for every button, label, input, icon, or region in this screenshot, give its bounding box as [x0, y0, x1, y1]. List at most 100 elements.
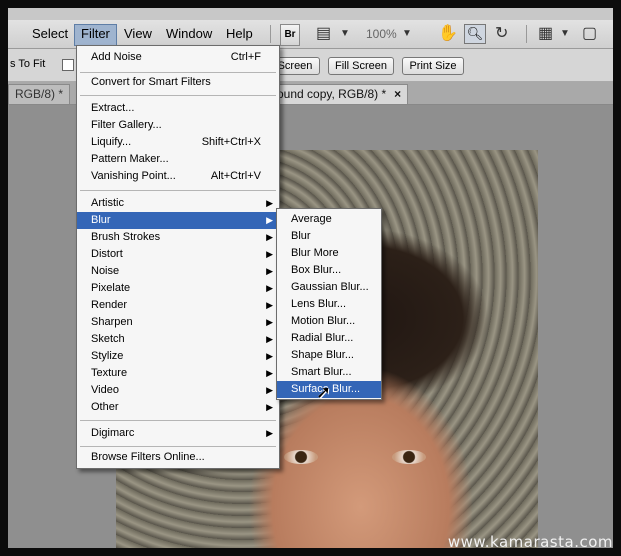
menu-item-video[interactable]: Video ▶ — [77, 382, 279, 399]
tab-label: RGB/8) * — [15, 87, 64, 101]
menu-item-shape-blur[interactable]: Shape Blur... — [277, 347, 381, 364]
menu-item-lens-blur[interactable]: Lens Blur... — [277, 296, 381, 313]
menu-item-label: Render — [91, 299, 128, 311]
submenu-arrow-icon: ▶ — [266, 266, 273, 276]
menu-select[interactable]: Select — [26, 24, 74, 44]
zoom-level[interactable]: 100% — [366, 24, 397, 44]
menu-item-artistic[interactable]: Artistic ▶ — [77, 195, 279, 212]
photoshop-window: Select Filter View Window Help Br ▤ ▼ 10… — [8, 8, 613, 548]
tab-document-1[interactable]: RGB/8) * — [8, 84, 71, 104]
menu-item-box-blur[interactable]: Box Blur... — [277, 262, 381, 279]
fit-label: s To Fit — [10, 58, 46, 70]
submenu-arrow-icon: ▶ — [266, 334, 273, 344]
menu-item-add-noise[interactable]: Add Noise Ctrl+F — [77, 49, 279, 66]
menu-view[interactable]: View — [118, 24, 158, 44]
menu-item-label: Sharpen — [91, 316, 133, 328]
menu-item-average[interactable]: Average — [277, 211, 381, 228]
menu-item-vanishing-point[interactable]: Vanishing Point... Alt+Ctrl+V — [77, 168, 279, 185]
print-size-button[interactable]: Print Size — [402, 57, 464, 75]
view-extras-icon[interactable]: ▤ — [316, 23, 331, 45]
menu-item-blur-more[interactable]: Blur More — [277, 245, 381, 262]
zoom-tool-icon[interactable]: 🔍︎ — [464, 24, 486, 44]
chevron-down-icon[interactable]: ▼ — [402, 23, 412, 45]
divider — [80, 420, 276, 421]
mouse-cursor-icon: ➚ — [316, 382, 332, 402]
divider — [80, 72, 276, 73]
menu-item-brush-strokes[interactable]: Brush Strokes ▶ — [77, 229, 279, 246]
submenu-arrow-icon: ▶ — [266, 283, 273, 293]
submenu-arrow-icon: ▶ — [266, 232, 273, 242]
menu-item-label: Other — [91, 401, 119, 413]
submenu-arrow-icon: ▶ — [266, 317, 273, 327]
menu-item-label: Sketch — [91, 333, 125, 345]
menu-item-digimarc[interactable]: Digimarc ▶ — [77, 425, 279, 442]
submenu-arrow-icon: ▶ — [266, 368, 273, 378]
submenu-arrow-icon: ▶ — [266, 215, 273, 225]
rotate-view-icon[interactable]: ↻ — [495, 23, 508, 45]
tab-label: ound copy, RGB/8) * — [277, 87, 387, 101]
shortcut: Alt+Ctrl+V — [210, 170, 261, 182]
menu-item-sharpen[interactable]: Sharpen ▶ — [77, 314, 279, 331]
separator — [270, 25, 271, 43]
menu-item-distort[interactable]: Distort ▶ — [77, 246, 279, 263]
submenu-arrow-icon: ▶ — [266, 198, 273, 208]
menu-item-noise[interactable]: Noise ▶ — [77, 263, 279, 280]
divider — [80, 446, 276, 447]
menu-item-label: Add Noise — [91, 51, 142, 63]
hand-tool-icon[interactable]: ✋ — [438, 23, 458, 45]
fit-checkbox[interactable] — [62, 59, 74, 71]
submenu-arrow-icon: ▶ — [266, 249, 273, 259]
menu-item-label: Texture — [91, 367, 128, 379]
menu-item-label: Filter Gallery... — [91, 119, 162, 131]
menu-item-label: Pixelate — [91, 282, 131, 294]
menu-item-label: Video — [91, 384, 119, 396]
menu-item-pattern-maker[interactable]: Pattern Maker... — [77, 151, 279, 168]
chevron-down-icon[interactable]: ▼ — [560, 23, 570, 45]
menu-window[interactable]: Window — [160, 24, 218, 44]
menu-item-filter-gallery[interactable]: Filter Gallery... — [77, 117, 279, 134]
fill-screen-button[interactable]: Fill Screen — [328, 57, 394, 75]
menu-item-label: Liquify... — [91, 136, 132, 148]
bridge-button[interactable]: Br — [280, 24, 300, 46]
blur-submenu: Average Blur Blur More Box Blur... Gauss… — [276, 208, 382, 400]
menu-item-other[interactable]: Other ▶ — [77, 399, 279, 416]
screen-mode-icon[interactable]: ▢ — [582, 23, 597, 45]
menu-item-label: Artistic — [91, 197, 124, 209]
menu-item-smart-blur[interactable]: Smart Blur... — [277, 364, 381, 381]
chevron-down-icon[interactable]: ▼ — [340, 23, 350, 45]
menu-item-gaussian-blur[interactable]: Gaussian Blur... — [277, 279, 381, 296]
menu-help[interactable]: Help — [220, 24, 259, 44]
eye — [284, 450, 318, 464]
menu-item-extract[interactable]: Extract... — [77, 100, 279, 117]
arrange-documents-icon[interactable]: ▦ — [538, 23, 553, 45]
divider — [80, 95, 276, 96]
menu-item-liquify[interactable]: Liquify... Shift+Ctrl+X — [77, 134, 279, 151]
menu-item-label: Browse Filters Online... — [91, 451, 205, 463]
menu-item-label: Blur — [91, 214, 111, 226]
menu-item-sketch[interactable]: Sketch ▶ — [77, 331, 279, 348]
tab-document-2[interactable]: ound copy, RGB/8) * × — [270, 84, 409, 104]
menu-item-stylize[interactable]: Stylize ▶ — [77, 348, 279, 365]
menu-item-radial-blur[interactable]: Radial Blur... — [277, 330, 381, 347]
separator — [526, 25, 527, 43]
shortcut: Shift+Ctrl+X — [201, 136, 261, 148]
menu-filter[interactable]: Filter — [74, 24, 117, 46]
menu-item-motion-blur[interactable]: Motion Blur... — [277, 313, 381, 330]
close-icon[interactable]: × — [394, 87, 401, 101]
menu-item-browse-filters-online[interactable]: Browse Filters Online... — [77, 449, 279, 466]
submenu-arrow-icon: ▶ — [266, 385, 273, 395]
submenu-arrow-icon: ▶ — [266, 428, 273, 438]
menu-item-label: Digimarc — [91, 427, 135, 439]
menu-item-render[interactable]: Render ▶ — [77, 297, 279, 314]
filter-menu: Add Noise Ctrl+F Convert for Smart Filter… — [76, 45, 280, 469]
menu-item-label: Convert for Smart Filters — [91, 76, 211, 88]
menu-item-blur[interactable]: Blur ▶ — [77, 212, 279, 229]
menu-item-texture[interactable]: Texture ▶ — [77, 365, 279, 382]
menu-item-blur[interactable]: Blur — [277, 228, 381, 245]
submenu-arrow-icon: ▶ — [266, 402, 273, 412]
menu-item-label: Stylize — [91, 350, 124, 362]
menu-item-convert-smart-filters[interactable]: Convert for Smart Filters — [77, 74, 279, 91]
menu-item-label: Distort — [91, 248, 123, 260]
menu-item-pixelate[interactable]: Pixelate ▶ — [77, 280, 279, 297]
menu-item-label: Pattern Maker... — [91, 153, 169, 165]
